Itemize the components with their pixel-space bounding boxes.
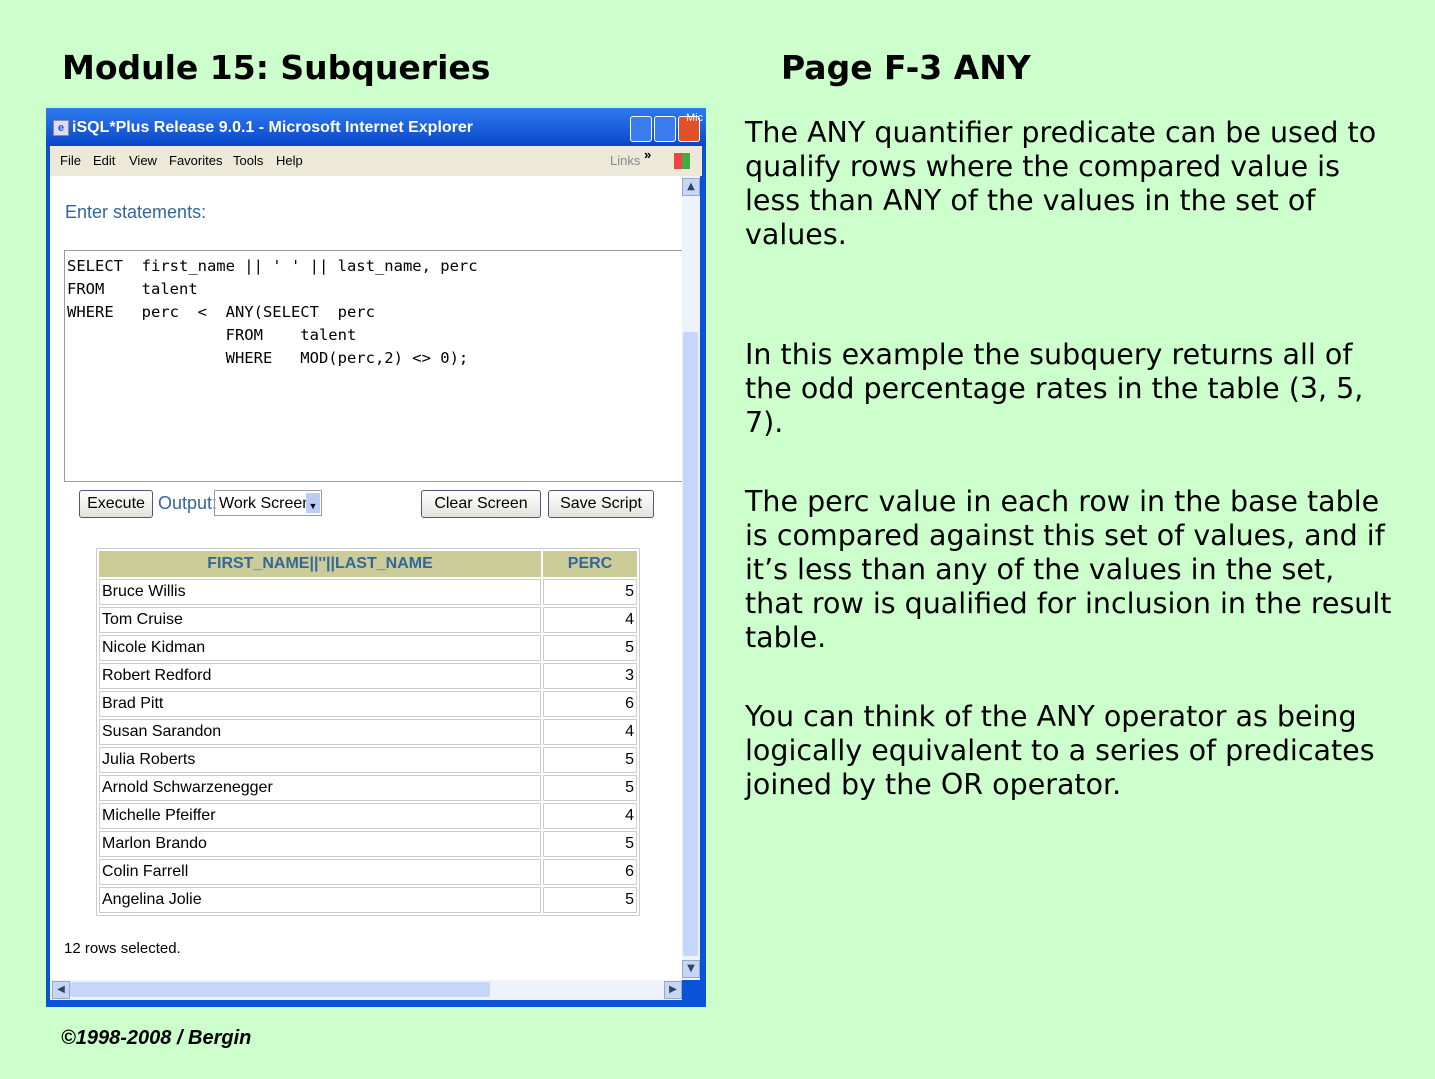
table-row: Colin Farrell 6 bbox=[99, 859, 637, 885]
scroll-right-icon[interactable]: ▶ bbox=[664, 981, 682, 999]
cell-name: Robert Redford bbox=[99, 663, 541, 689]
cell-name: Colin Farrell bbox=[99, 859, 541, 885]
copyright-footer: ©1998-2008 / Bergin bbox=[61, 1027, 252, 1049]
cell-name: Brad Pitt bbox=[99, 691, 541, 717]
scroll-up-icon[interactable]: ▲ bbox=[682, 178, 700, 196]
execute-button[interactable]: Execute bbox=[79, 490, 153, 518]
menu-help[interactable]: Help bbox=[276, 146, 303, 176]
links-button[interactable]: Links bbox=[610, 146, 640, 176]
results-table: FIRST_NAME||''||LAST_NAME PERC Bruce Wil… bbox=[96, 548, 640, 916]
table-row: Bruce Willis 5 bbox=[99, 579, 637, 605]
horizontal-scrollbar[interactable]: ◀ ▶ bbox=[50, 980, 682, 1000]
cell-name: Angelina Jolie bbox=[99, 887, 541, 913]
cell-name: Marlon Brando bbox=[99, 831, 541, 857]
cell-perc: 5 bbox=[543, 775, 637, 801]
cell-perc: 5 bbox=[543, 887, 637, 913]
scroll-thumb[interactable] bbox=[683, 332, 698, 956]
chevron-icon[interactable]: » bbox=[644, 140, 651, 170]
sql-input[interactable]: SELECT first_name || ' ' || last_name, p… bbox=[64, 250, 684, 482]
menu-favorites[interactable]: Favorites bbox=[169, 146, 222, 176]
enter-statements-label: Enter statements: bbox=[65, 202, 207, 222]
page-content: Enter statements: SELECT first_name || '… bbox=[50, 176, 684, 980]
cell-perc: 4 bbox=[543, 607, 637, 633]
page-title: Page F-3 ANY bbox=[781, 48, 1031, 87]
cell-perc: 3 bbox=[543, 663, 637, 689]
chevron-down-icon[interactable]: ▼ bbox=[306, 493, 320, 513]
cell-name: Arnold Schwarzenegger bbox=[99, 775, 541, 801]
cell-name: Nicole Kidman bbox=[99, 635, 541, 661]
browser-window: e iSQL*Plus Release 9.0.1 - Microsoft In… bbox=[46, 108, 706, 1007]
title-bar: e iSQL*Plus Release 9.0.1 - Microsoft In… bbox=[46, 108, 706, 146]
menu-bar: File Edit View Favorites Tools Help Link… bbox=[50, 146, 702, 176]
minimize-button[interactable] bbox=[630, 116, 652, 142]
menu-file[interactable]: File bbox=[60, 146, 81, 176]
vertical-scrollbar[interactable]: ▲ ▼ bbox=[682, 176, 700, 980]
cell-name: Michelle Pfeiffer bbox=[99, 803, 541, 829]
output-select[interactable]: Work Screen ▼ bbox=[214, 490, 322, 516]
output-label: Output: bbox=[158, 493, 218, 513]
output-value: Work Screen bbox=[219, 495, 312, 512]
table-row: Susan Sarandon 4 bbox=[99, 719, 637, 745]
cell-perc: 6 bbox=[543, 691, 637, 717]
table-row: Nicole Kidman 5 bbox=[99, 635, 637, 661]
status-text: 12 rows selected. bbox=[64, 940, 181, 957]
cell-name: Tom Cruise bbox=[99, 607, 541, 633]
cell-name: Bruce Willis bbox=[99, 579, 541, 605]
cell-perc: 5 bbox=[543, 831, 637, 857]
windows-logo-icon bbox=[674, 153, 690, 169]
cell-perc: 4 bbox=[543, 719, 637, 745]
paragraph-2: In this example the subquery returns all… bbox=[745, 338, 1364, 439]
maximize-button[interactable] bbox=[654, 116, 676, 142]
cell-perc: 6 bbox=[543, 859, 637, 885]
window-title: iSQL*Plus Release 9.0.1 - Microsoft Inte… bbox=[72, 119, 474, 136]
module-title: Module 15: Subqueries bbox=[62, 48, 491, 87]
cell-name: Julia Roberts bbox=[99, 747, 541, 773]
ie-icon: e bbox=[53, 120, 69, 136]
clear-screen-button[interactable]: Clear Screen bbox=[421, 490, 541, 518]
table-row: Julia Roberts 5 bbox=[99, 747, 637, 773]
menu-tools[interactable]: Tools bbox=[233, 146, 263, 176]
tray-text: Mic bbox=[686, 112, 704, 124]
table-row: Tom Cruise 4 bbox=[99, 607, 637, 633]
table-row: Michelle Pfeiffer 4 bbox=[99, 803, 637, 829]
paragraph-4: You can think of the ANY operator as bei… bbox=[745, 700, 1375, 801]
table-row: Arnold Schwarzenegger 5 bbox=[99, 775, 637, 801]
column-header-name: FIRST_NAME||''||LAST_NAME bbox=[99, 551, 541, 577]
menu-view[interactable]: View bbox=[129, 146, 157, 176]
scroll-down-icon[interactable]: ▼ bbox=[682, 960, 700, 978]
cell-perc: 4 bbox=[543, 803, 637, 829]
table-row: Angelina Jolie 5 bbox=[99, 887, 637, 913]
table-row: Robert Redford 3 bbox=[99, 663, 637, 689]
scroll-left-icon[interactable]: ◀ bbox=[52, 981, 70, 999]
table-row: Brad Pitt 6 bbox=[99, 691, 637, 717]
cell-perc: 5 bbox=[543, 579, 637, 605]
menu-edit[interactable]: Edit bbox=[93, 146, 115, 176]
save-script-button[interactable]: Save Script bbox=[548, 490, 654, 518]
table-row: Marlon Brando 5 bbox=[99, 831, 637, 857]
paragraph-3: The perc value in each row in the base t… bbox=[745, 485, 1392, 654]
cell-perc: 5 bbox=[543, 747, 637, 773]
paragraph-1: The ANY quantifier predicate can be used… bbox=[745, 116, 1377, 251]
cell-perc: 5 bbox=[543, 635, 637, 661]
column-header-perc: PERC bbox=[543, 551, 637, 577]
cell-name: Susan Sarandon bbox=[99, 719, 541, 745]
hscroll-thumb[interactable] bbox=[70, 982, 490, 997]
